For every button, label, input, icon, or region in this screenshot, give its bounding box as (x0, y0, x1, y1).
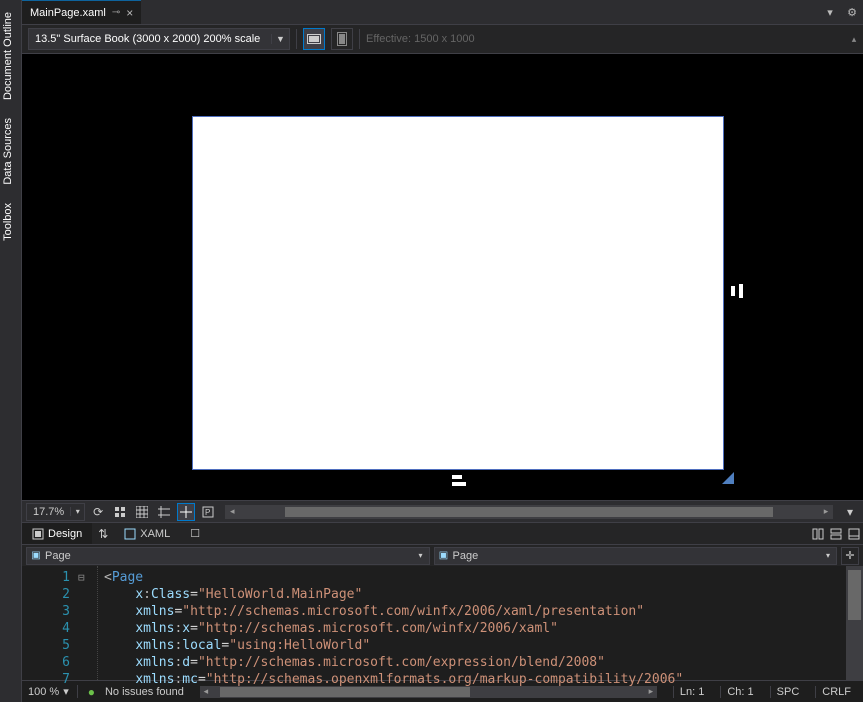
orientation-landscape-button[interactable] (303, 28, 325, 50)
line-number: 4 (22, 620, 70, 637)
tab-xaml-label: XAML (140, 528, 170, 540)
split-toggle-icon[interactable]: ✛ (841, 547, 859, 565)
popout-xaml-button[interactable]: ☐ (180, 523, 210, 544)
element-icon: ▣ (435, 550, 453, 561)
snap-snaplines-icon[interactable] (177, 503, 195, 521)
split-view-tabs: Design ⇅ XAML ☐ (22, 522, 863, 544)
active-files-dropdown[interactable]: ▾ (819, 0, 841, 24)
horizontal-split-icon[interactable] (827, 523, 845, 544)
resize-handle-bottom[interactable] (452, 482, 466, 486)
scroll-right-icon[interactable]: ▸ (819, 506, 833, 517)
scrollbar-thumb[interactable] (220, 687, 470, 697)
design-horizontal-scrollbar[interactable]: ◂ ▸ (225, 505, 833, 519)
line-number: 7 (22, 671, 70, 688)
zoom-toolbar: 17.7% ▾ ⟳ P ◂ ▸ ▾ (22, 500, 863, 522)
popout-icon: ☐ (190, 527, 200, 540)
issues-ok-icon: ● (88, 685, 95, 699)
line-number: 2 (22, 586, 70, 603)
xaml-view-icon (124, 528, 136, 540)
close-icon[interactable]: × (126, 6, 133, 20)
design-view-icon (32, 528, 44, 540)
resize-handle-right[interactable] (731, 286, 735, 296)
resize-handle-bottom[interactable] (452, 475, 462, 479)
landscape-icon (307, 34, 321, 44)
snap-gridlines-icon[interactable] (155, 503, 173, 521)
device-toolbar: 13.5" Surface Book (3000 x 2000) 200% sc… (22, 24, 863, 54)
scroll-right-icon[interactable]: ▸ (645, 686, 657, 697)
effects-icon[interactable] (111, 503, 129, 521)
member-scope-label: Page (453, 550, 821, 562)
tab-design[interactable]: Design (22, 523, 92, 544)
scroll-left-icon[interactable]: ◂ (225, 506, 239, 517)
indent-mode[interactable]: SPC (770, 686, 806, 698)
tab-design-label: Design (48, 528, 82, 540)
chevron-down-icon: ▾ (820, 551, 836, 560)
chevron-down-icon: ▼ (271, 34, 289, 44)
resize-handle-corner[interactable] (722, 472, 734, 484)
sidetab-document-outline[interactable]: Document Outline (0, 8, 21, 104)
line-number-gutter: 1 2 3 4 5 6 7 (22, 566, 78, 680)
sidetab-data-sources[interactable]: Data Sources (0, 114, 21, 189)
swap-panes-icon[interactable]: ⇅ (92, 523, 114, 544)
code-content[interactable]: <Page x:Class="HelloWorld.MainPage" xmln… (98, 566, 846, 680)
editor-vertical-scrollbar[interactable] (846, 566, 863, 680)
scroll-up-icon[interactable]: ▴ (847, 32, 861, 46)
member-scope-dropdown[interactable]: ▣ Page ▾ (434, 547, 838, 565)
scroll-left-icon[interactable]: ◂ (200, 686, 212, 697)
line-number: 6 (22, 654, 70, 671)
effective-resolution-label: Effective: 1500 x 1000 (366, 33, 475, 45)
document-tab-mainpage[interactable]: MainPage.xaml ⊸ × (22, 0, 141, 24)
device-dropdown-label: 13.5" Surface Book (3000 x 2000) 200% sc… (29, 33, 271, 45)
scrollbar-thumb[interactable] (848, 570, 861, 620)
chevron-down-icon: ▾ (70, 507, 84, 516)
orientation-portrait-button[interactable] (331, 28, 353, 50)
vertical-split-icon[interactable] (809, 523, 827, 544)
portrait-icon (337, 32, 347, 46)
zoom-value: 17.7% (27, 506, 70, 518)
scroll-down-icon[interactable]: ▾ (841, 503, 859, 521)
device-dropdown[interactable]: 13.5" Surface Book (3000 x 2000) 200% sc… (28, 28, 290, 50)
disable-project-code-icon[interactable]: P (199, 503, 217, 521)
svg-text:P: P (205, 508, 210, 517)
editor-horizontal-scrollbar[interactable]: ◂ ▸ (200, 686, 657, 698)
pin-icon[interactable]: ⊸ (112, 7, 120, 18)
design-canvas[interactable] (22, 54, 863, 500)
designer-settings-icon[interactable]: ⚙ (841, 0, 863, 24)
line-number: 5 (22, 637, 70, 654)
resize-handle-right[interactable] (739, 284, 743, 298)
outlining-margin[interactable]: ⊟ (78, 566, 98, 680)
toolbar-separator (359, 29, 360, 49)
line-ending[interactable]: CRLF (815, 686, 857, 698)
element-icon: ▣ (27, 550, 45, 561)
zoom-dropdown[interactable]: 17.7% ▾ (26, 503, 85, 521)
document-tab-label: MainPage.xaml (30, 7, 106, 19)
xaml-breadcrumb-bar: ▣ Page ▾ ▣ Page ▾ ✛ (22, 544, 863, 566)
element-scope-label: Page (45, 550, 413, 562)
scrollbar-thumb[interactable] (285, 507, 773, 517)
tab-xaml[interactable]: XAML (114, 523, 180, 544)
toolbar-separator (296, 29, 297, 49)
refresh-icon[interactable]: ⟳ (89, 503, 107, 521)
collapse-pane-icon[interactable] (845, 523, 863, 544)
element-scope-dropdown[interactable]: ▣ Page ▾ (26, 547, 430, 565)
artboard-page[interactable] (192, 116, 724, 470)
document-tab-bar: MainPage.xaml ⊸ × ▾ ⚙ (22, 0, 863, 24)
line-number: 3 (22, 603, 70, 620)
sidetab-toolbox[interactable]: Toolbox (0, 199, 21, 245)
xaml-code-editor[interactable]: 1 2 3 4 5 6 7 ⊟ <Page x:Class="HelloWorl… (22, 566, 863, 680)
snap-grid-icon[interactable] (133, 503, 151, 521)
chevron-down-icon: ▾ (413, 551, 429, 560)
line-number: 1 (22, 569, 70, 586)
autohide-tab-well: Document Outline Data Sources Toolbox (0, 0, 22, 702)
caret-char[interactable]: Ch: 1 (720, 686, 759, 698)
